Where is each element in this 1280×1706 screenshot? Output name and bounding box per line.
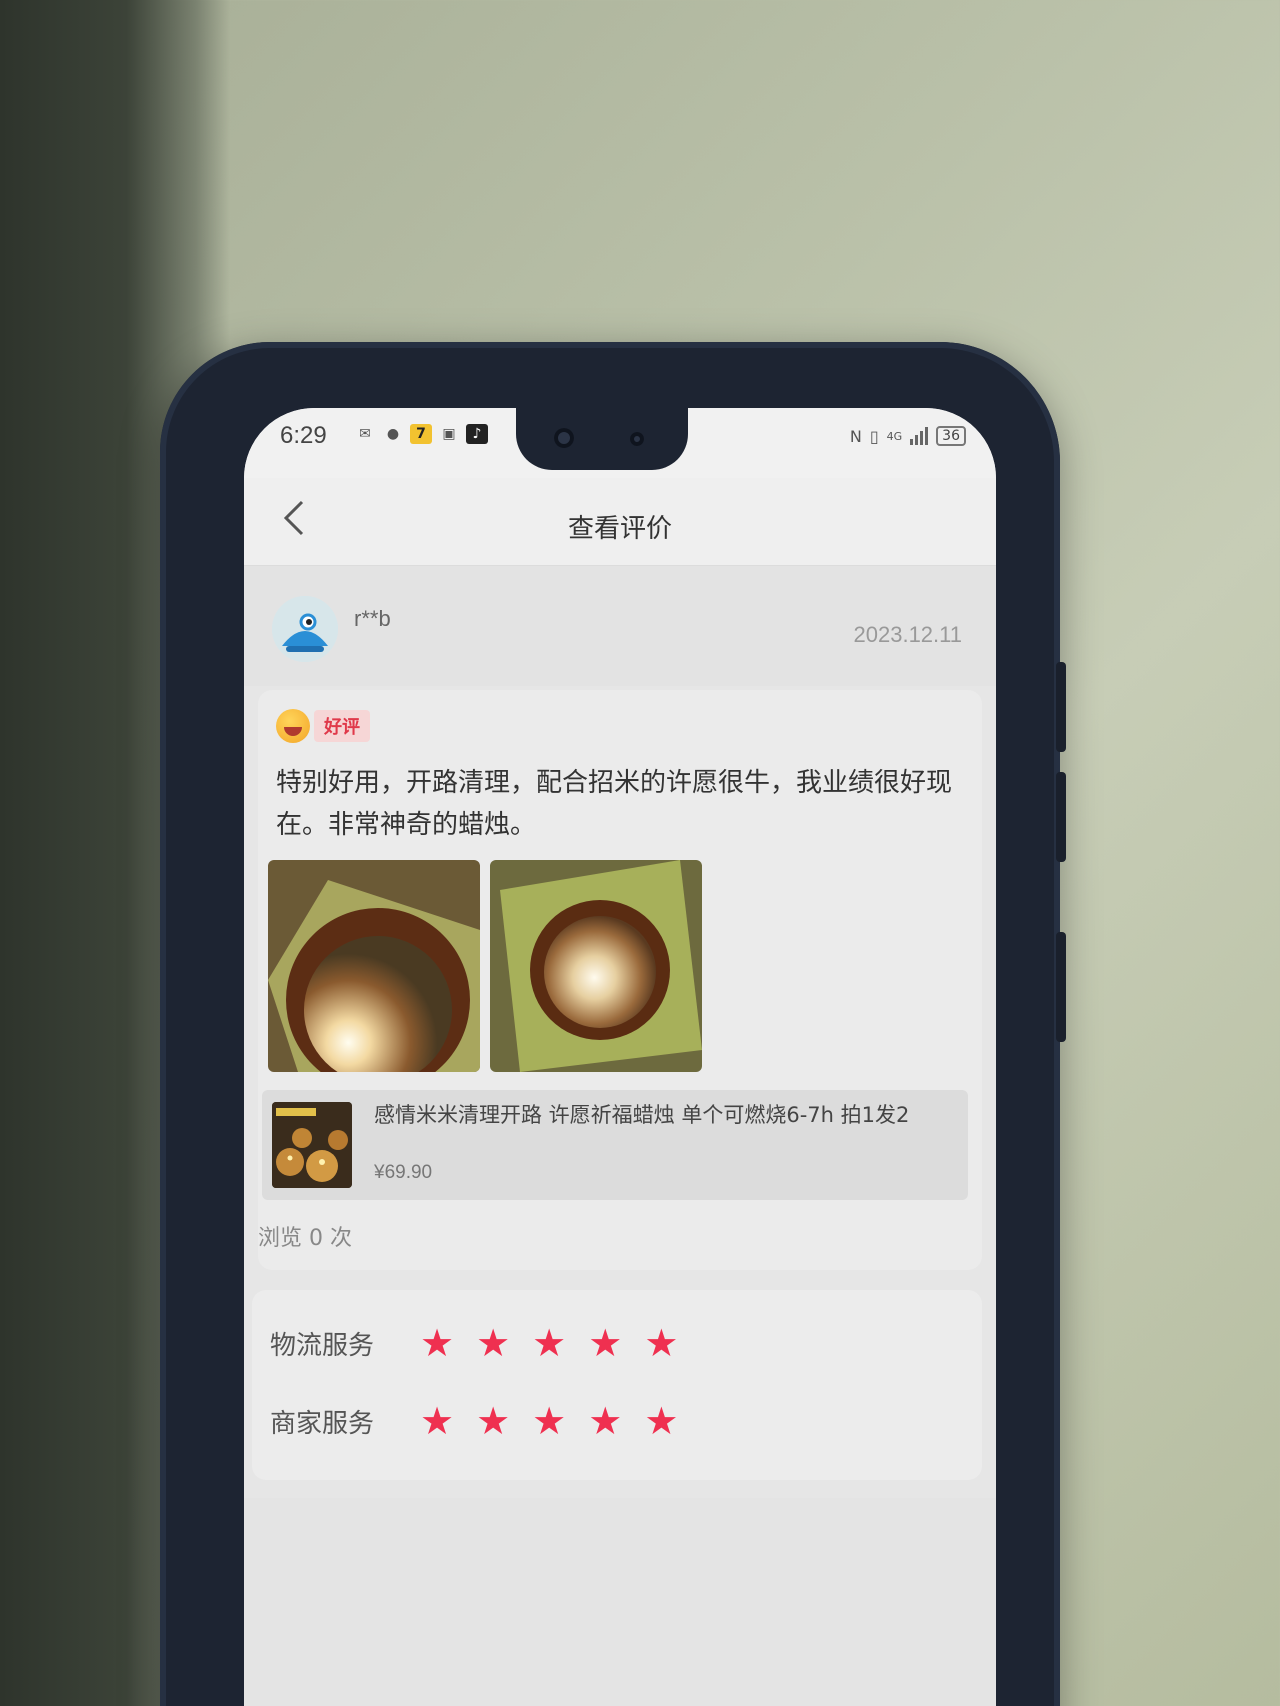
phone-device: 6:29 ✉ ● 7 ▣ ♪ N ▯ 4G 36 查看评价 r**b 2023.…: [160, 342, 1066, 1706]
candle-photo-2: [490, 860, 702, 1072]
review-photo[interactable]: [268, 860, 480, 1072]
review-card: 好评 特别好用，开路清理，配合招米的许愿很牛，我业绩很好现在。非常神奇的蜡烛。: [258, 690, 982, 1270]
candle-photo-1: [268, 860, 480, 1072]
star-rating: ★ ★ ★ ★ ★: [420, 1402, 678, 1440]
power-button: [1056, 932, 1066, 1042]
rating-row-logistics: 物流服务 ★ ★ ★ ★ ★: [270, 1324, 678, 1362]
vibrate-icon: ▯: [869, 426, 879, 446]
review-photo[interactable]: [490, 860, 702, 1072]
volume-button: [1056, 662, 1066, 752]
service-ratings: 物流服务 ★ ★ ★ ★ ★ 商家服务 ★ ★ ★ ★ ★: [252, 1290, 982, 1480]
product-thumbnail: [272, 1102, 352, 1188]
avatar-image: [272, 596, 338, 662]
phone-screen: 6:29 ✉ ● 7 ▣ ♪ N ▯ 4G 36 查看评价 r**b 2023.…: [244, 408, 996, 1706]
front-camera-icon: [554, 428, 574, 448]
review-date: 2023.12.11: [853, 622, 962, 647]
username: r**b: [354, 606, 391, 631]
mail-icon: ✉: [359, 426, 371, 442]
page-title: 查看评价: [567, 514, 672, 544]
star-icon: ★: [644, 1399, 679, 1443]
star-icon: ★: [420, 1399, 455, 1443]
star-icon: ★: [532, 1399, 567, 1443]
product-title: 感情米米清理开路 许愿祈福蜡烛 单个可燃烧6-7h 拍1发2: [374, 1103, 910, 1127]
signal-icon: [910, 427, 929, 445]
wechat-icon: ●: [386, 426, 400, 442]
review-photos: [268, 860, 702, 1072]
camera-notch: [516, 408, 688, 470]
avatar[interactable]: [272, 596, 338, 662]
rating-badge: 好评: [276, 708, 370, 744]
tiktok-icon: ♪: [466, 424, 488, 444]
rating-label: 商家服务: [270, 1408, 375, 1439]
product-image: [272, 1102, 352, 1188]
reviewer-row: r**b 2023.12.11: [244, 566, 996, 686]
star-icon: ★: [588, 1321, 623, 1365]
nav-bar: 查看评价: [244, 478, 996, 566]
volume-button-lower: [1056, 772, 1066, 862]
star-icon: ★: [420, 1321, 455, 1365]
network-type: 4G: [886, 429, 903, 443]
status-time: 6:29: [280, 422, 327, 449]
product-link[interactable]: 感情米米清理开路 许愿祈福蜡烛 单个可燃烧6-7h 拍1发2 ¥69.90: [262, 1090, 968, 1200]
battery-icon: 36: [936, 426, 966, 446]
star-icon: ★: [532, 1321, 567, 1365]
status-right: N ▯ 4G 36: [850, 426, 966, 446]
star-icon: ★: [476, 1321, 511, 1365]
page-bottom: [244, 1498, 996, 1706]
star-icon: ★: [588, 1399, 623, 1443]
rating-row-merchant: 商家服务 ★ ★ ★ ★ ★: [270, 1402, 678, 1440]
star-rating: ★ ★ ★ ★ ★: [420, 1324, 678, 1362]
app-7-icon: 7: [410, 424, 432, 444]
sensor-icon: [630, 432, 644, 446]
view-count: 浏览 0 次: [258, 1226, 352, 1251]
status-bar: 6:29 ✉ ● 7 ▣ ♪ N ▯ 4G 36: [244, 408, 996, 478]
nfc-icon: N: [849, 426, 862, 446]
rating-label: 物流服务: [270, 1330, 375, 1361]
smile-face-icon: [276, 709, 310, 743]
star-icon: ★: [476, 1399, 511, 1443]
product-price: ¥69.90: [374, 1162, 433, 1183]
review-text: 特别好用，开路清理，配合招米的许愿很牛，我业绩很好现在。非常神奇的蜡烛。: [276, 768, 953, 840]
star-icon: ★: [644, 1321, 679, 1365]
inbox-icon: ▣: [442, 426, 456, 442]
badge-label: 好评: [314, 710, 370, 742]
notification-icons: ✉ ● 7 ▣ ♪: [354, 424, 488, 444]
